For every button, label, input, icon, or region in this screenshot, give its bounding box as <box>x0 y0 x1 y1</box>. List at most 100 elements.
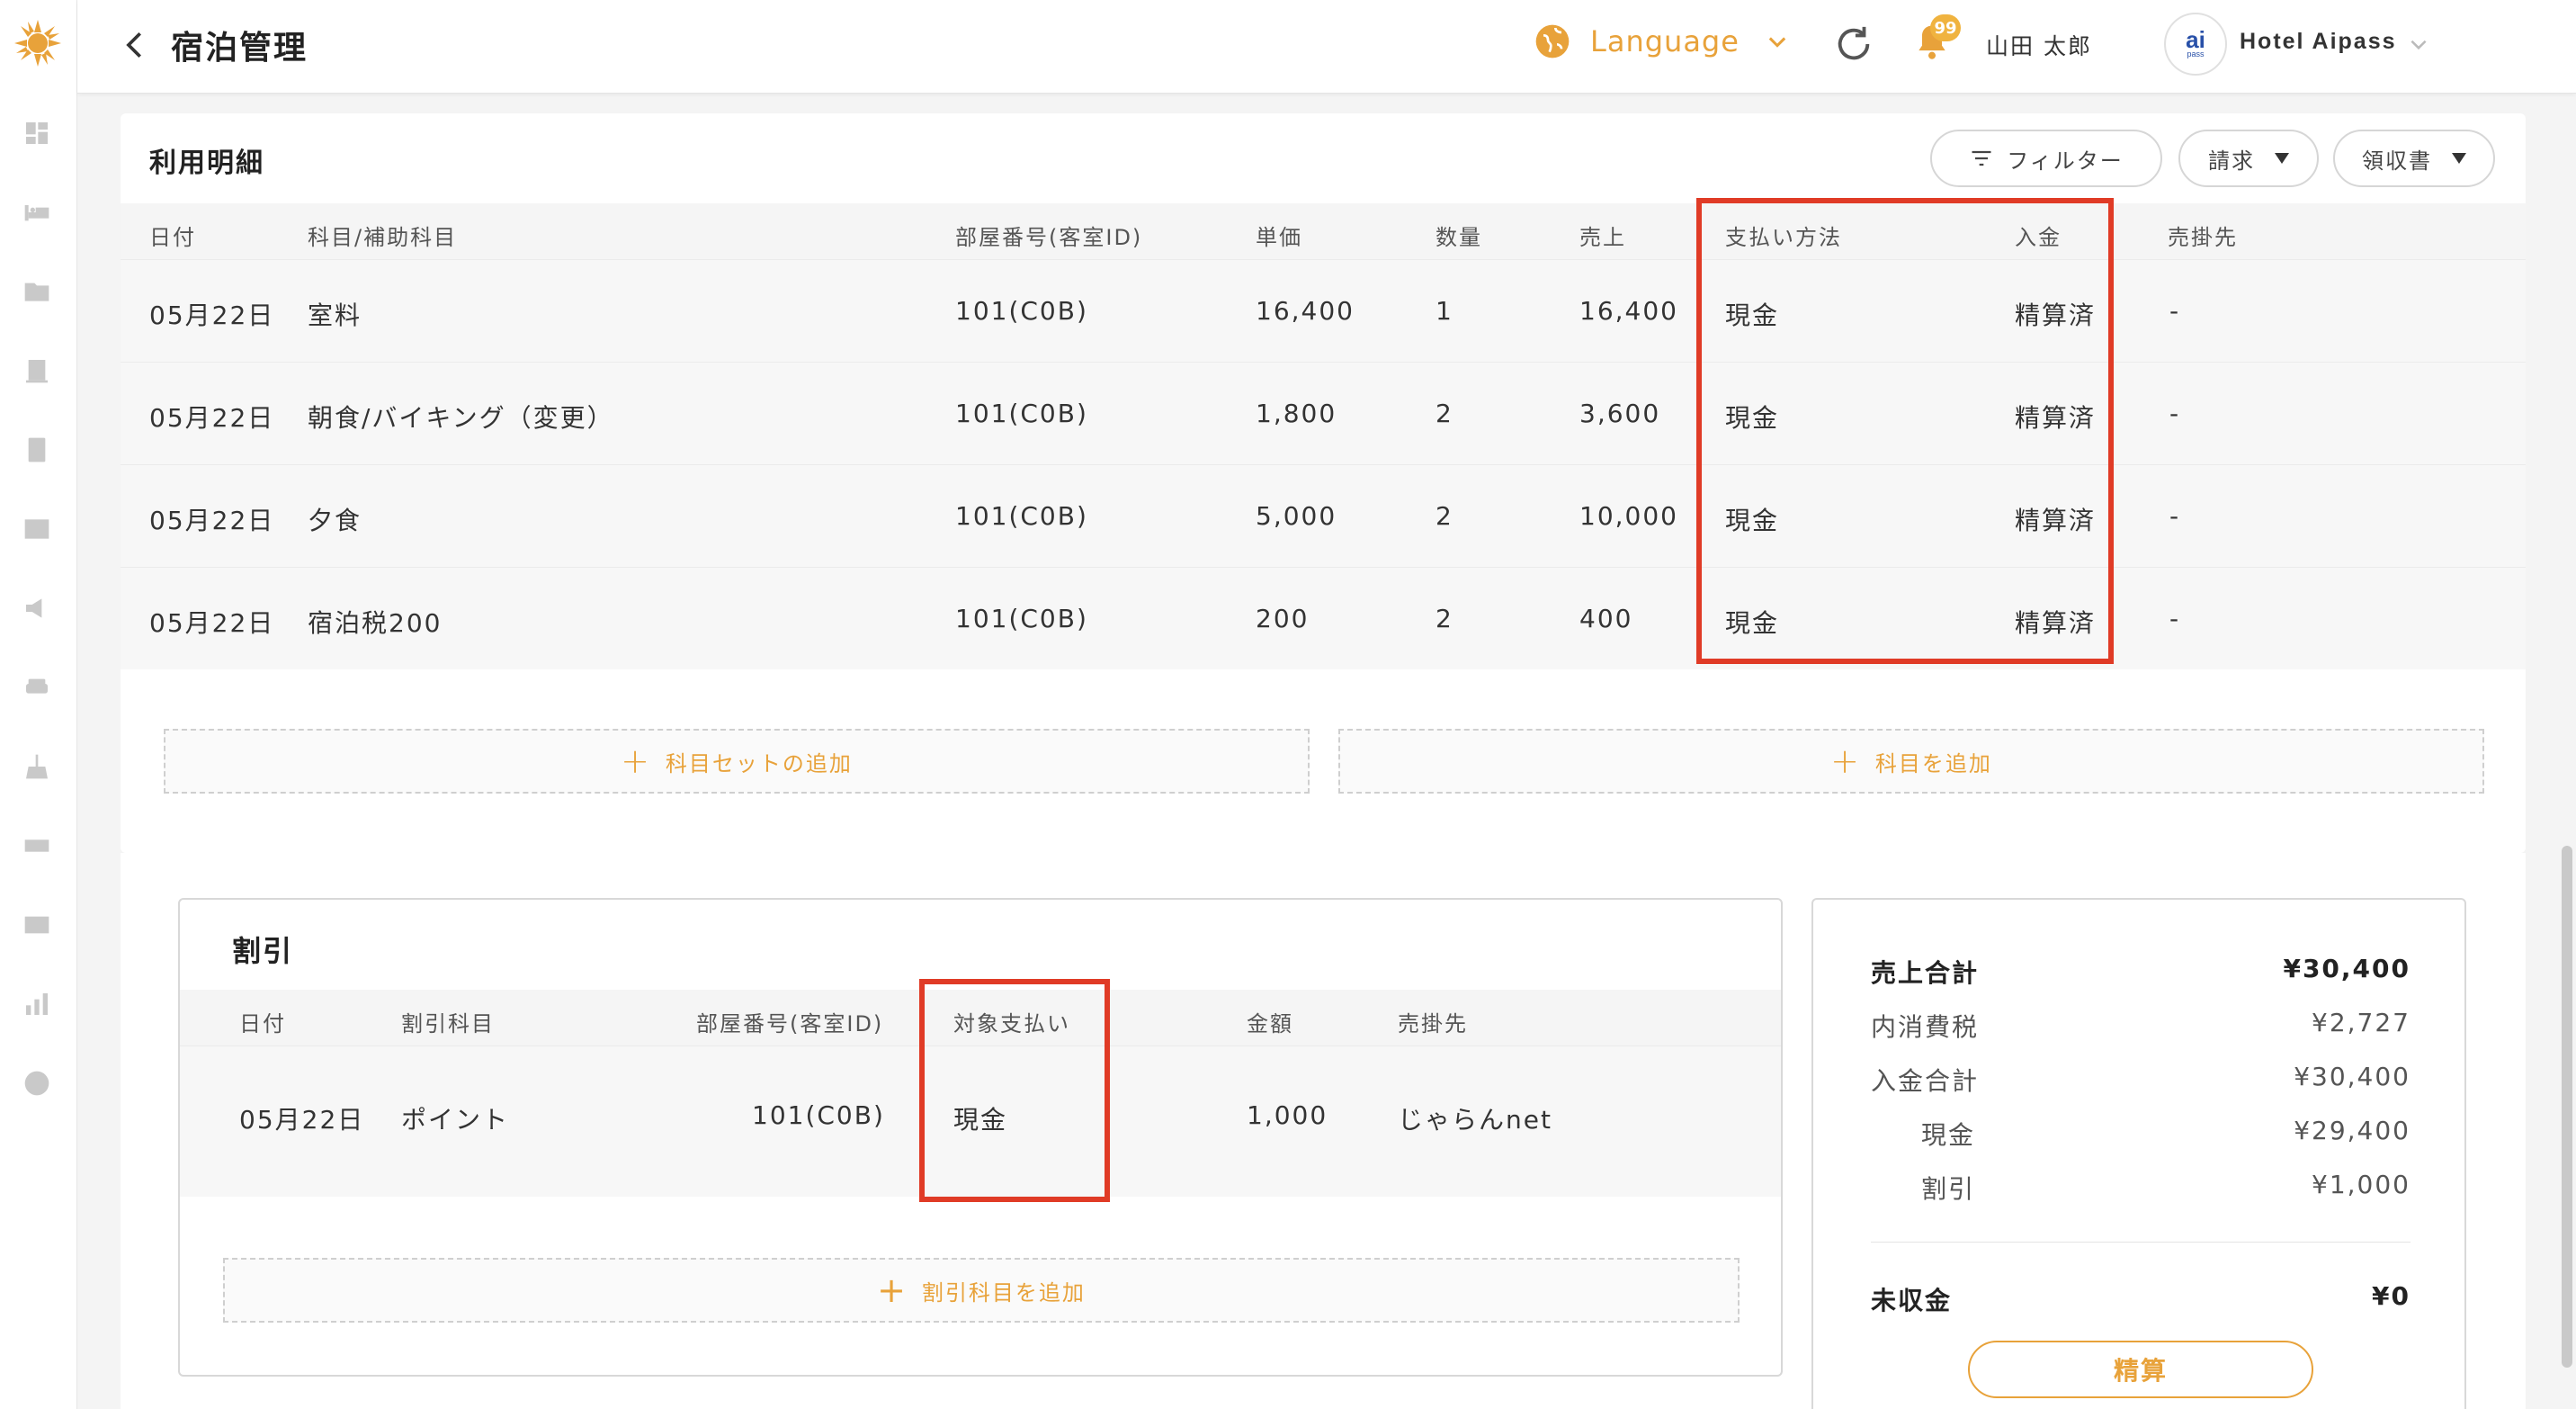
dashboard-icon[interactable] <box>21 117 53 149</box>
cell-deposit: 精算済 <box>2015 608 2097 638</box>
user-menu[interactable]: 山田 太郎 <box>1986 29 2092 61</box>
filter-button-label: フィルター <box>2007 148 2124 174</box>
sofa-icon[interactable] <box>21 671 53 704</box>
cleaning-icon[interactable] <box>21 750 53 783</box>
discount-table-header: 日付 割引科目 部屋番号(客室ID) 対象支払い 金額 売掛先 <box>180 990 1781 1046</box>
cell-unit-price: 1,800 <box>1256 399 1337 428</box>
refresh-icon[interactable] <box>1833 23 1874 65</box>
cell-date: 05月22日 <box>239 1105 365 1135</box>
filter-button[interactable]: フィルター <box>1930 130 2162 187</box>
cell-sales: 3,600 <box>1579 399 1661 428</box>
cell-unit-price: 200 <box>1256 604 1310 633</box>
chevron-down-icon <box>1768 37 1786 48</box>
back-arrow-icon[interactable] <box>117 27 153 63</box>
cell-payment: 現金 <box>1725 301 1780 330</box>
column-header: 売掛先 <box>2168 225 2238 250</box>
table-row[interactable]: 05月22日 室料 101(C0B) 16,400 1 16,400 現金 精算… <box>121 259 2526 362</box>
page-title: 宿泊管理 <box>171 30 309 67</box>
table-row[interactable]: 05月22日 宿泊税200 101(C0B) 200 2 400 現金 精算済 … <box>121 567 2526 669</box>
calculator-icon[interactable] <box>21 434 53 466</box>
discount-label: 割引 <box>1921 1174 1976 1204</box>
megaphone-icon[interactable] <box>21 592 53 624</box>
cell-qty: 2 <box>1436 604 1453 633</box>
column-header: 売掛先 <box>1398 1011 1468 1037</box>
invoice-dropdown[interactable]: 請求 <box>2178 130 2319 187</box>
usage-details-card: 利用明細 フィルター 請求 領収書 日付 科目/補助科目 部屋番号(客室ID) … <box>121 113 2526 853</box>
hotel-menu[interactable]: Hotel Aipass <box>2240 29 2397 55</box>
caret-down-icon <box>2452 153 2466 164</box>
column-header: 支払い方法 <box>1725 225 1842 250</box>
plus-icon: + <box>877 1270 908 1310</box>
hotel-logo[interactable]: ai pass <box>2164 13 2227 76</box>
cell-item: 室料 <box>308 301 362 330</box>
column-header: 入金 <box>2015 225 2062 250</box>
sales-total-value: ¥30,400 <box>2283 954 2411 983</box>
cell-room: 101(C0B) <box>955 501 1088 531</box>
add-discount-item-label: 割引科目を追加 <box>921 1279 1086 1306</box>
mail-icon[interactable] <box>21 909 53 941</box>
cell-room: 101(C0B) <box>752 1100 885 1130</box>
column-header: 部屋番号(客室ID) <box>696 1011 884 1037</box>
cell-payment: 現金 <box>1725 403 1780 433</box>
cell-unit-price: 16,400 <box>1256 296 1355 326</box>
cell-room: 101(C0B) <box>955 296 1088 326</box>
cell-date: 05月22日 <box>149 608 275 638</box>
sidebar <box>0 0 77 1409</box>
discount-card: 割引 日付 割引科目 部屋番号(客室ID) 対象支払い 金額 売掛先 05月22… <box>178 898 1783 1377</box>
unpaid-label: 未収金 <box>1871 1286 1953 1315</box>
bed-icon[interactable] <box>21 196 53 229</box>
settle-button[interactable]: 精算 <box>1968 1341 2313 1398</box>
cash-value: ¥29,400 <box>2294 1116 2411 1145</box>
cell-amount: 1,000 <box>1247 1100 1328 1130</box>
cell-sales: 16,400 <box>1579 296 1678 326</box>
scrollbar[interactable] <box>2562 846 2572 1368</box>
divider <box>1871 1242 2411 1243</box>
cell-receivable: - <box>2169 604 2181 633</box>
cell-date: 05月22日 <box>149 301 275 330</box>
bar-chart-icon[interactable] <box>21 988 53 1020</box>
column-header: 日付 <box>239 1011 286 1037</box>
sun-logo-icon[interactable] <box>13 18 63 68</box>
deposit-total-label: 入金合計 <box>1871 1066 1980 1096</box>
usage-table-header: 日付 科目/補助科目 部屋番号(客室ID) 単価 数量 売上 支払い方法 入金 … <box>121 203 2526 259</box>
guest-folder-icon[interactable] <box>21 275 53 308</box>
table-row[interactable]: 05月22日 朝食/バイキング（変更） 101(C0B) 1,800 2 3,6… <box>121 362 2526 464</box>
cell-receivable: - <box>2169 296 2181 326</box>
add-discount-item-button[interactable]: + 割引科目を追加 <box>223 1258 1740 1323</box>
usage-table: 日付 科目/補助科目 部屋番号(客室ID) 単価 数量 売上 支払い方法 入金 … <box>121 203 2526 669</box>
cell-discount-item: ポイント <box>401 1105 510 1135</box>
unpaid-value: ¥0 <box>2372 1281 2411 1311</box>
cell-item: 朝食/バイキング（変更） <box>308 403 614 433</box>
column-header: 単価 <box>1256 225 1302 250</box>
cell-receivable: じゃらんnet <box>1398 1105 1552 1135</box>
language-selector[interactable]: Language <box>1534 23 1790 59</box>
cell-item: 宿泊税200 <box>308 608 443 638</box>
cell-sales: 400 <box>1579 604 1633 633</box>
table-row[interactable]: 05月22日 夕食 101(C0B) 5,000 2 10,000 現金 精算済… <box>121 464 2526 567</box>
column-header: 対象支払い <box>953 1011 1070 1037</box>
ticket-icon[interactable] <box>21 830 53 862</box>
receipt-dropdown[interactable]: 領収書 <box>2333 130 2495 187</box>
cell-qty: 1 <box>1436 296 1453 326</box>
cell-qty: 2 <box>1436 399 1453 428</box>
cell-item: 夕食 <box>308 506 362 535</box>
column-header: 数量 <box>1436 225 1482 250</box>
deposit-total-value: ¥30,400 <box>2294 1062 2411 1091</box>
column-header: 割引科目 <box>401 1011 495 1037</box>
language-label: Language <box>1590 24 1740 58</box>
cell-date: 05月22日 <box>149 506 275 535</box>
tax-label: 内消費税 <box>1871 1012 1980 1042</box>
door-icon[interactable] <box>21 354 53 387</box>
hotel-logo-text: ai <box>2186 26 2205 53</box>
add-item-set-button[interactable]: + 科目セットの追加 <box>164 729 1310 794</box>
add-item-button[interactable]: + 科目を追加 <box>1338 729 2484 794</box>
chevron-down-icon[interactable] <box>2407 32 2430 56</box>
cell-receivable: - <box>2169 399 2181 428</box>
news-icon[interactable] <box>21 513 53 545</box>
clock-icon[interactable] <box>21 1067 53 1099</box>
table-row[interactable]: 05月22日 ポイント 101(C0B) 現金 1,000 じゃらんnet <box>180 1046 1781 1197</box>
column-header: 科目/補助科目 <box>308 225 458 250</box>
cash-label: 現金 <box>1921 1120 1976 1150</box>
column-header: 部屋番号(客室ID) <box>955 225 1143 250</box>
tax-value: ¥2,727 <box>2312 1008 2411 1037</box>
